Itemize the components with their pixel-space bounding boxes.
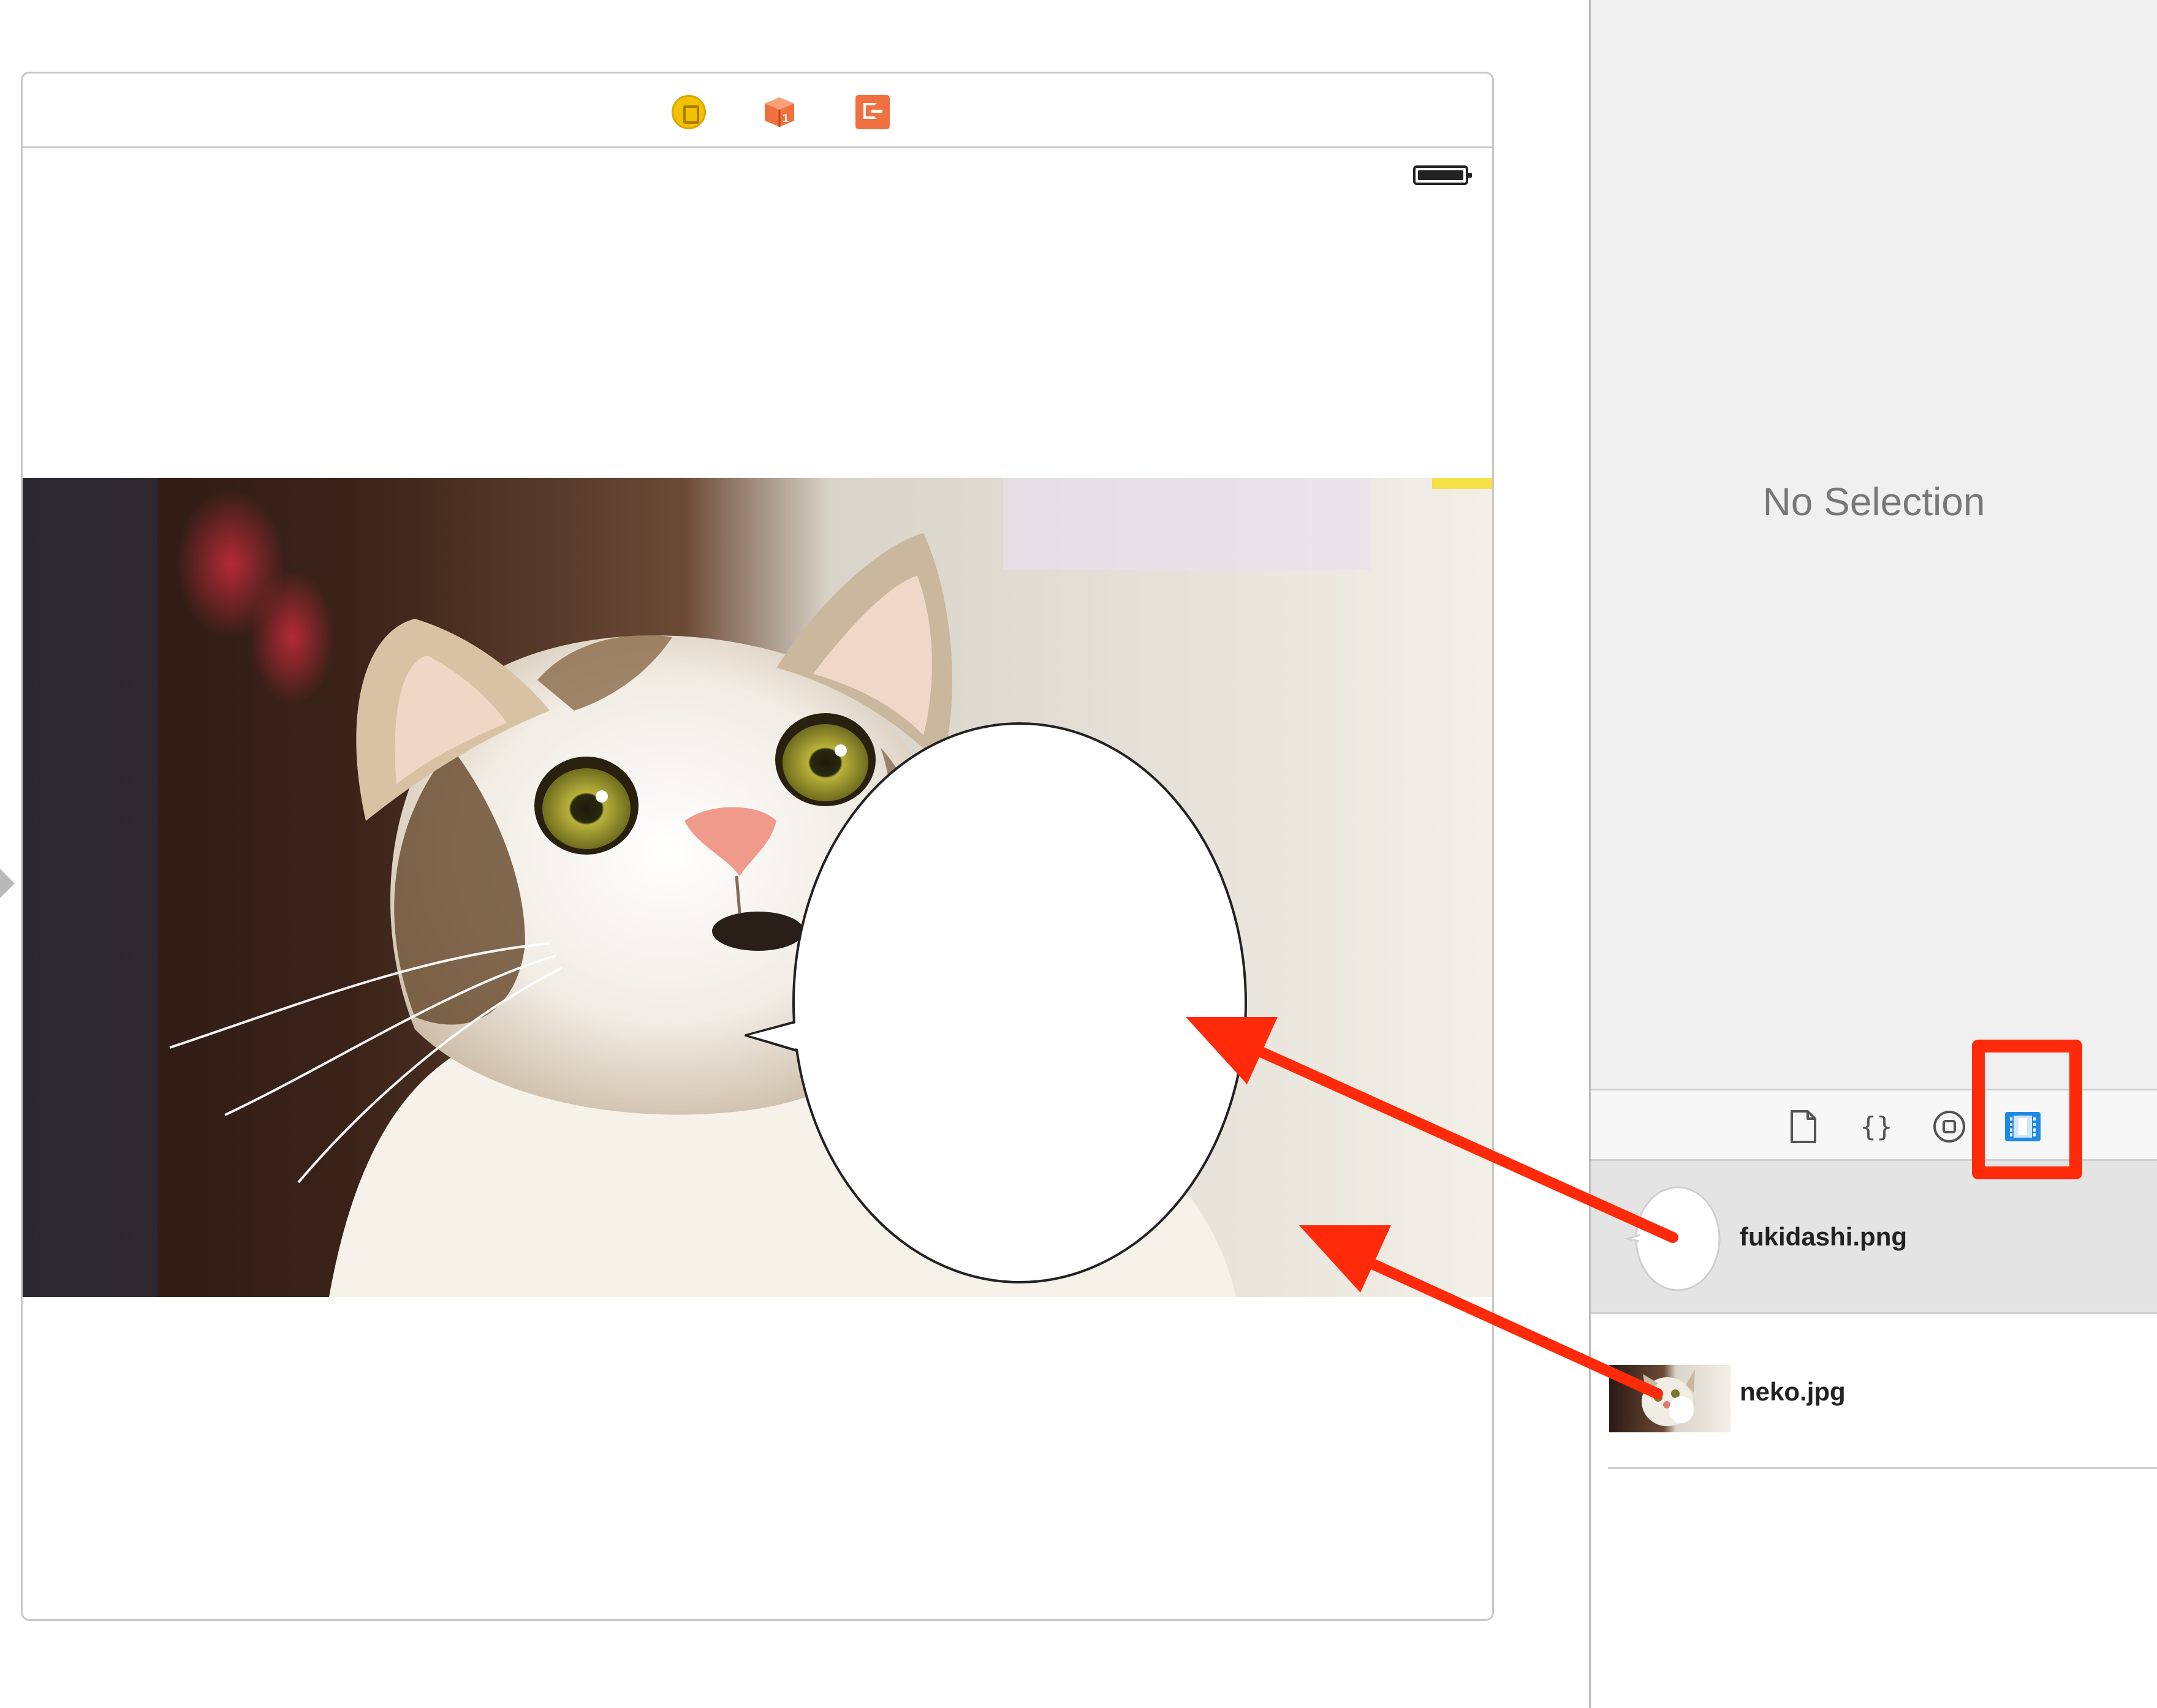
first-responder-icon[interactable]: 1: [762, 95, 797, 129]
scene-dock: 1: [23, 74, 1492, 148]
file-template-library-tab[interactable]: [1782, 1105, 1825, 1148]
no-selection-label: No Selection: [1762, 480, 1985, 524]
initial-segue-arrow-icon: [0, 869, 15, 898]
speech-bubble-thumbnail: [1624, 1186, 1721, 1291]
svg-text:1: 1: [783, 112, 789, 124]
media-library-list: fukidashi.png neko.jpg: [1591, 1161, 2157, 1708]
file-template-icon: [1791, 1110, 1816, 1143]
cat-photo-thumbnail: [1609, 1365, 1731, 1432]
list-item-label: fukidashi.png: [1740, 1222, 1907, 1251]
image-view-neko[interactable]: [23, 478, 1492, 1297]
object-library-tab[interactable]: [1928, 1105, 1971, 1148]
inspector-area: No Selection: [1591, 0, 2157, 1089]
code-snippet-icon: {}: [1860, 1111, 1893, 1143]
utilities-panel: No Selection {} fukidashi.png neko.jpg: [1589, 0, 2157, 1708]
code-snippet-library-tab[interactable]: {}: [1855, 1105, 1898, 1148]
view-controller-icon[interactable]: [672, 95, 706, 129]
storyboard-canvas[interactable]: 1: [0, 0, 1589, 1708]
exit-icon[interactable]: [855, 95, 890, 129]
battery-icon: [1413, 165, 1472, 185]
list-item-label: neko.jpg: [1740, 1377, 1846, 1406]
view-controller-scene[interactable]: 1: [21, 72, 1494, 1621]
annotation-highlight-box: [1972, 1040, 2082, 1179]
list-item-fukidashi[interactable]: fukidashi.png: [1591, 1161, 2157, 1314]
object-library-icon: [1933, 1111, 1965, 1143]
list-item-neko[interactable]: neko.jpg: [1591, 1316, 2157, 1469]
